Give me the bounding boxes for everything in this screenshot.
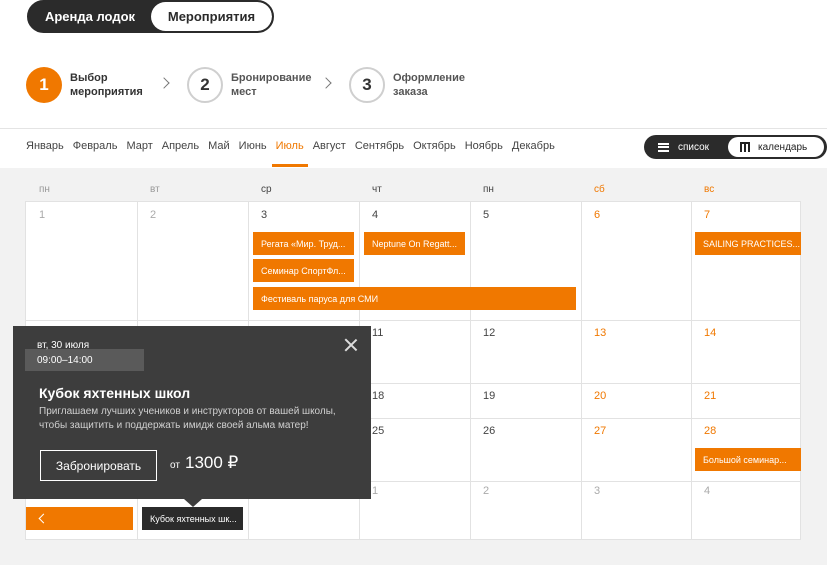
- month-jun[interactable]: Июнь: [239, 140, 267, 167]
- event-regatta[interactable]: Регата «Мир. Труд...: [253, 232, 354, 255]
- price-value: 1300 ₽: [185, 453, 239, 472]
- day-cell[interactable]: 21: [704, 390, 716, 402]
- month-may[interactable]: Май: [208, 140, 230, 167]
- calendar-icon: [740, 142, 750, 152]
- boats-tab[interactable]: Аренда лодок: [29, 2, 151, 31]
- day-cell[interactable]: 4: [372, 209, 378, 221]
- events-tab[interactable]: Мероприятия: [151, 2, 272, 31]
- month-sep[interactable]: Сентябрь: [355, 140, 404, 167]
- list-view-label: список: [678, 141, 710, 153]
- view-toggle: список календарь: [644, 135, 827, 159]
- close-icon[interactable]: [344, 338, 358, 352]
- page: Аренда лодок Мероприятия 1 Выбор мероприя…: [0, 0, 827, 565]
- month-mar[interactable]: Март: [126, 140, 152, 167]
- day-cell[interactable]: 18: [372, 390, 384, 402]
- day-cell[interactable]: 27: [594, 425, 606, 437]
- day-cell[interactable]: 2: [150, 209, 156, 221]
- event-sail-festival[interactable]: Фестиваль паруса для СМИ: [253, 287, 576, 310]
- step-2-label: Бронирование мест: [231, 72, 312, 98]
- month-oct[interactable]: Октябрь: [413, 140, 456, 167]
- day-cell[interactable]: 25: [372, 425, 384, 437]
- popup-time: 09:00–14:00: [37, 355, 93, 366]
- weekday-tue: вт: [150, 184, 160, 195]
- step-3: 3 Оформление заказа: [349, 67, 483, 103]
- day-cell[interactable]: 7: [704, 209, 710, 221]
- weekday-thu: чт: [372, 184, 382, 195]
- step-3-label: Оформление заказа: [393, 72, 465, 98]
- step-3-number: 3: [349, 67, 385, 103]
- day-cell[interactable]: 2: [483, 485, 489, 497]
- weekday-sun: вс: [704, 184, 715, 195]
- month-feb[interactable]: Февраль: [73, 140, 118, 167]
- day-cell[interactable]: 12: [483, 327, 495, 339]
- popup-pointer: [184, 499, 202, 507]
- day-cell[interactable]: 13: [594, 327, 606, 339]
- popup-description: Приглашаем лучших учеников и инструкторо…: [39, 406, 336, 431]
- book-button[interactable]: Забронировать: [40, 450, 157, 481]
- event-yacht-school-cup[interactable]: Кубок яхтенных шк...: [142, 507, 243, 530]
- chevron-right-icon: [158, 77, 170, 89]
- weekday-fri: пн: [483, 184, 494, 195]
- price-prefix: от: [170, 460, 180, 471]
- day-cell[interactable]: 11: [372, 327, 383, 339]
- day-cell[interactable]: 14: [704, 327, 716, 339]
- day-cell[interactable]: 4: [704, 485, 710, 497]
- event-neptune[interactable]: Neptune On Regatt...: [364, 232, 465, 255]
- divider: [0, 128, 827, 129]
- step-1-number: 1: [26, 67, 62, 103]
- chevron-left-icon: [38, 513, 49, 524]
- event-seminar-sport[interactable]: Семинар СпортФл...: [253, 259, 354, 282]
- weekday-wed: ср: [261, 184, 272, 195]
- day-cell[interactable]: 3: [594, 485, 600, 497]
- event-sailing-practices[interactable]: SAILING PRACTICES...: [695, 232, 801, 255]
- rental-type-switch: Аренда лодок Мероприятия: [27, 0, 274, 33]
- list-view-button[interactable]: список: [646, 137, 728, 157]
- day-cell[interactable]: 28: [704, 425, 716, 437]
- month-jan[interactable]: Январь: [26, 140, 64, 167]
- step-2-number: 2: [187, 67, 223, 103]
- month-jul[interactable]: Июль: [271, 140, 308, 167]
- month-aug[interactable]: Август: [313, 140, 346, 167]
- step-1-label: Выбор мероприятия: [70, 72, 143, 98]
- calendar-view-button[interactable]: календарь: [728, 137, 824, 157]
- day-cell[interactable]: 1: [372, 485, 378, 497]
- day-cell[interactable]: 1: [39, 209, 45, 221]
- weekday-sat: сб: [594, 184, 605, 195]
- calendar-view-label: календарь: [758, 141, 808, 153]
- chevron-right-icon: [320, 77, 332, 89]
- step-2: 2 Бронирование мест: [187, 67, 321, 103]
- event-big-seminar[interactable]: Большой семинар...: [695, 448, 801, 471]
- popup-date: вт, 30 июля: [37, 340, 90, 351]
- month-nov[interactable]: Ноябрь: [465, 140, 503, 167]
- popup-title: Кубок яхтенных школ: [39, 385, 191, 401]
- day-cell[interactable]: 3: [261, 209, 267, 221]
- day-cell[interactable]: 6: [594, 209, 600, 221]
- day-cell[interactable]: 26: [483, 425, 495, 437]
- list-icon: [658, 142, 669, 152]
- event-popup: вт, 30 июля 09:00–14:00 Кубок яхтенных ш…: [13, 326, 371, 507]
- month-apr[interactable]: Апрель: [162, 140, 199, 167]
- step-1: 1 Выбор мероприятия: [26, 67, 160, 103]
- prev-week-button[interactable]: [26, 507, 133, 530]
- weekday-mon: пн: [39, 184, 50, 195]
- month-nav: Январь Февраль Март Апрель Май Июнь Июль…: [26, 140, 564, 167]
- day-cell[interactable]: 5: [483, 209, 489, 221]
- month-dec[interactable]: Декабрь: [512, 140, 555, 167]
- day-cell[interactable]: 19: [483, 390, 495, 402]
- day-cell[interactable]: 20: [594, 390, 606, 402]
